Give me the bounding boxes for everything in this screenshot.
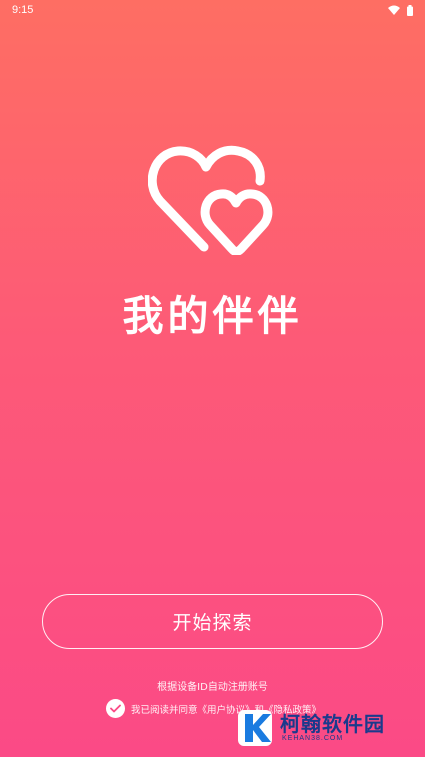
watermark-text: 柯翰软件园 KEHAN38.COM <box>280 713 385 742</box>
start-explore-button[interactable]: 开始探索 <box>42 594 383 649</box>
watermark-logo-icon <box>238 709 272 746</box>
device-id-note: 根据设备ID自动注册账号 <box>157 682 268 693</box>
wifi-icon <box>388 5 400 15</box>
watermark-title: 柯翰软件园 <box>280 712 385 736</box>
status-time: 9:15 <box>12 4 34 16</box>
app-logo <box>147 143 278 256</box>
double-heart-icon <box>147 145 273 256</box>
battery-icon <box>407 4 413 16</box>
watermark-subtitle: KEHAN38.COM <box>282 735 344 742</box>
watermark: 柯翰软件园 KEHAN38.COM <box>236 705 408 750</box>
status-icons <box>388 4 413 16</box>
status-bar: 9:15 <box>0 0 425 20</box>
app-name: 我的伴伴 <box>122 292 303 340</box>
agreement-checkbox[interactable] <box>106 699 125 718</box>
checkmark-icon <box>110 704 121 713</box>
